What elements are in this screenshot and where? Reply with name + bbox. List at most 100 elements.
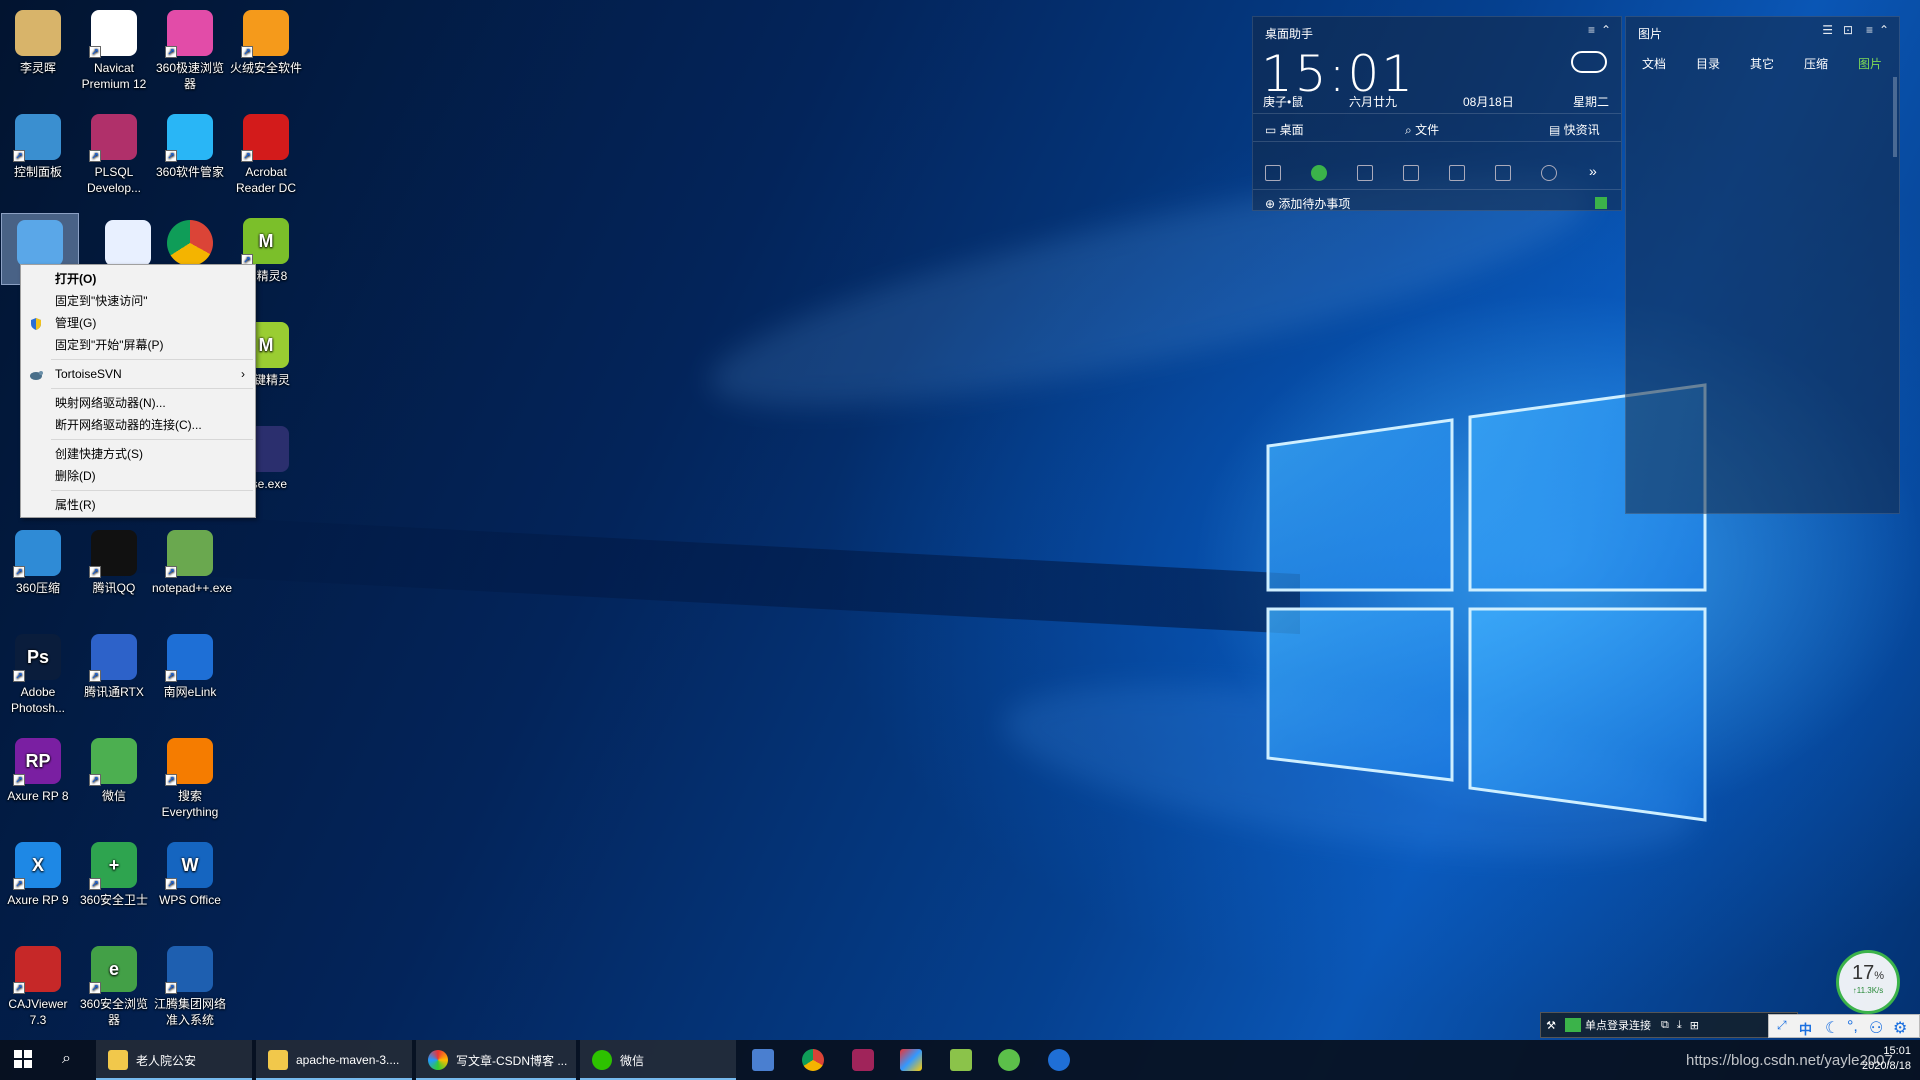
tab-documents[interactable]: 文档 [1642,55,1666,72]
tab-directory[interactable]: 目录 [1696,55,1720,72]
desktop-icon-label: 微信 [101,789,126,803]
app-icon: + ↗ [89,842,137,890]
unlock-icon[interactable]: ⊡ [1843,23,1853,37]
search-icon[interactable]: ⌕ [62,1050,71,1068]
desktop-icon-label: 李灵晖 [19,61,56,75]
menu-create-shortcut[interactable]: 创建快捷方式(S) [21,443,255,465]
calculator-icon[interactable] [1403,165,1419,181]
tab-images[interactable]: 图片 [1858,55,1882,72]
menu-open[interactable]: 打开(O) [21,268,255,290]
tray-tool-icon[interactable]: ⚒ [1541,1019,1561,1032]
desktop-icon-label: Axure RP 9 [7,893,69,907]
app-icon: RP ↗ [13,738,61,786]
pinned-app-icon[interactable] [900,1049,922,1071]
menu-delete[interactable]: 删除(D) [21,465,255,487]
pinned-elink-icon[interactable] [1048,1049,1070,1071]
desktop-icon[interactable]: ↗ PLSQL Develop... [76,108,152,196]
window-icon[interactable]: ⧉ [1661,1019,1669,1032]
app-icon: ↗ [89,530,137,578]
desktop-icon[interactable]: ↗ 腾讯QQ [76,524,152,596]
app-icon [105,220,151,266]
menu-separator [51,359,253,360]
app-icon: ↗ [89,738,137,786]
expand-icon[interactable]: ⤢ [1777,1018,1787,1033]
grid-icon[interactable]: ⊞ [1690,1019,1699,1032]
pinned-network-icon[interactable] [752,1049,774,1071]
context-menu: 打开(O) 固定到"快速访问" 管理(G) 固定到"开始"屏幕(P) Torto… [20,264,256,518]
gear-icon[interactable]: ⚙ [1893,1018,1907,1038]
desktop-icon[interactable]: ↗ CAJViewer 7.3 [0,940,76,1028]
image-icon[interactable] [1449,165,1465,181]
minus-circle-icon[interactable] [1541,165,1557,181]
tab-other[interactable]: 其它 [1750,55,1774,72]
desktop-icon[interactable]: ↗ 360压缩 [0,524,76,596]
add-todo-button[interactable]: ⊕ 添加待办事项 [1265,195,1350,212]
crop-icon[interactable] [1265,165,1281,181]
pinned-360-browser-icon[interactable] [998,1049,1020,1071]
list-view-icon[interactable]: ☰ [1822,23,1833,37]
desktop-icon[interactable]: ↗ 火绒安全软件 [228,4,304,76]
download-icon[interactable]: ⤓ [1677,1019,1682,1032]
desktop-icon[interactable]: ↗ 南网eLink [152,628,228,700]
desktop-icon[interactable] [152,214,228,270]
menu-tortoisesvn[interactable]: TortoiseSVN › [21,363,255,385]
desktop-icon[interactable]: X ↗ Axure RP 9 [0,836,76,908]
cloud-weather-icon[interactable] [1571,51,1607,73]
menu-icon[interactable]: ≡ [1866,23,1873,37]
desktop-icon[interactable]: 李灵晖 [0,4,76,76]
desktop-icon[interactable]: ↗ 腾讯通RTX [76,628,152,700]
menu-pin-start-label: 固定到"开始"屏幕(P) [55,338,164,352]
desktop-icon[interactable]: ↗ notepad++.exe [152,524,232,596]
ime-mode[interactable]: 中 [1799,1019,1812,1038]
shortcut-arrow-icon: ↗ [165,566,177,578]
taskbar-item-wechat[interactable]: 微信 [580,1040,736,1080]
moon-icon[interactable]: ☾ [1825,1018,1839,1038]
taskbar: ⌕ 老人院公安 apache-maven-3.... 写文章-CSDN博客 ..… [0,1040,1920,1080]
taskbar-item-folder-2[interactable]: apache-maven-3.... [256,1040,412,1080]
menu-properties[interactable]: 属性(R) [21,494,255,516]
menu-pin-start[interactable]: 固定到"开始"屏幕(P) [21,334,255,356]
tab-archive[interactable]: 压缩 [1804,55,1828,72]
link-files[interactable]: ⌕ 文件 [1405,121,1439,138]
punct-icon[interactable]: °, [1847,1018,1858,1036]
start-button[interactable] [14,1050,34,1070]
sso-connect-label[interactable]: 单点登录连接 [1585,1017,1651,1033]
desktop-icon[interactable]: W ↗ WPS Office [152,836,228,908]
menu-icon[interactable]: ≡ [1588,23,1595,37]
pinned-plsql-icon[interactable] [852,1049,874,1071]
scrollbar[interactable] [1893,77,1897,157]
user-icon[interactable]: ⚇ [1869,1018,1883,1038]
taskbar-item-browser[interactable]: 写文章-CSDN博客 ... [416,1040,576,1080]
app-icon: ↗ [89,634,137,682]
pinned-notepad-icon[interactable] [950,1049,972,1071]
menu-manage[interactable]: 管理(G) [21,312,255,334]
desktop-icon[interactable]: Ps ↗ Adobe Photosh... [0,628,76,716]
menu-pin-quick-access[interactable]: 固定到"快速访问" [21,290,255,312]
eye-icon[interactable] [1311,165,1327,181]
app-icon: ↗ [165,530,213,578]
desktop-icon[interactable]: ↗ 搜索 Everything [152,732,228,820]
desktop-icon[interactable]: ↗ 江腾集团网络准入系统 [152,940,228,1028]
collapse-icon[interactable]: ⌃ [1879,23,1889,37]
network-speed-widget[interactable]: 17% ↑11.3K/s [1836,950,1900,1014]
lock-icon[interactable] [1495,165,1511,181]
more-icon[interactable]: » [1589,163,1597,179]
desktop-icon[interactable]: ↗ 微信 [76,732,152,804]
collapse-icon[interactable]: ⌃ [1601,23,1611,37]
link-news[interactable]: ▤ 快资讯 [1549,121,1600,138]
taskbar-item-folder-1[interactable]: 老人院公安 [96,1040,252,1080]
desktop-icon[interactable]: RP ↗ Axure RP 8 [0,732,76,804]
desktop-icon[interactable]: e ↗ 360安全浏览器 [76,940,152,1028]
pinned-chrome-icon[interactable] [802,1049,824,1071]
menu-disconnect-network-drive[interactable]: 断开网络驱动器的连接(C)... [21,414,255,436]
link-desktop[interactable]: ▭ 桌面 [1265,121,1304,138]
folder-icon [108,1050,128,1070]
desktop-icon[interactable]: ↗ Acrobat Reader DC [228,108,304,196]
desktop-icon[interactable]: ↗ Navicat Premium 12 [76,4,152,92]
desktop-icon[interactable]: + ↗ 360安全卫士 [76,836,152,908]
menu-map-network-drive[interactable]: 映射网络驱动器(N)... [21,392,255,414]
desktop-icon[interactable]: ↗ 360软件管家 [152,108,228,180]
note-icon[interactable] [1357,165,1373,181]
desktop-icon[interactable]: ↗ 360极速浏览器 [152,4,228,92]
desktop-icon[interactable]: ↗ 控制面板 [0,108,76,180]
